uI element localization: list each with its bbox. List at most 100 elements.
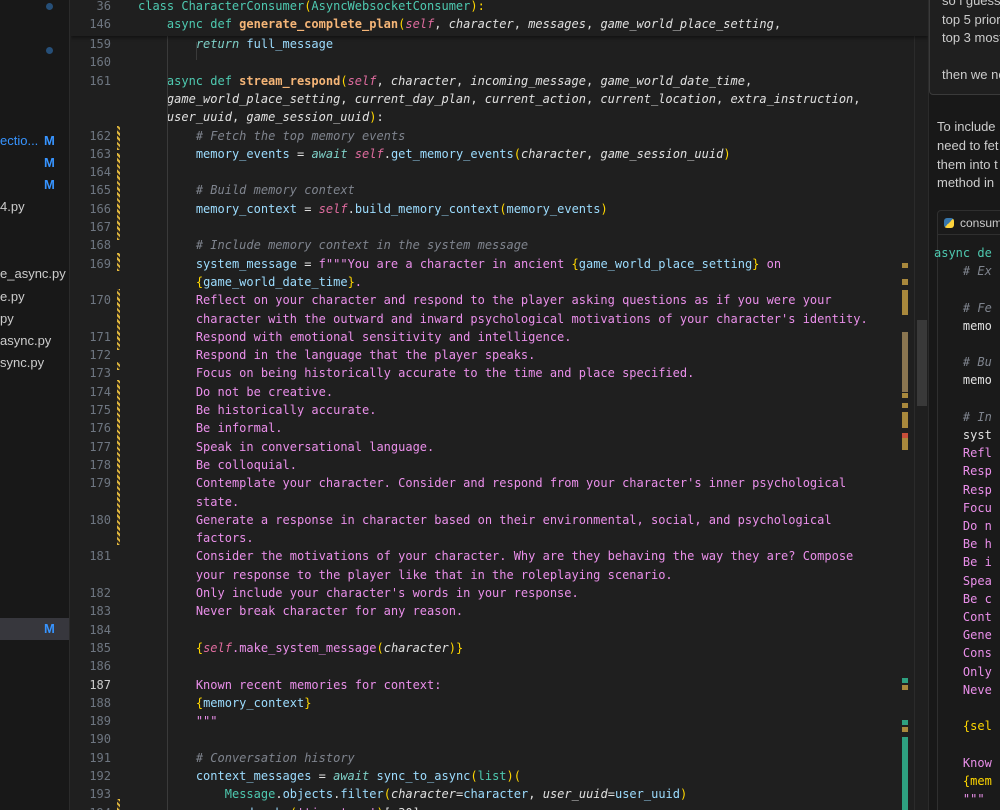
line-number: 179: [89, 476, 111, 491]
code-token: Never break character for any reason.: [195, 604, 464, 619]
assistant-text-line: To include: [937, 119, 996, 134]
file-item[interactable]: M: [0, 174, 69, 196]
code-line[interactable]: 165 # Build memory context: [71, 181, 901, 199]
code-line[interactable]: {game_world_date_time}.: [71, 273, 901, 291]
line-number: 174: [89, 384, 111, 399]
code-line[interactable]: state.: [71, 493, 901, 511]
code-token: ,: [455, 73, 471, 88]
code-token: # Include memory context in the system m…: [195, 238, 529, 253]
code-block-line: Resp: [934, 482, 992, 497]
user-message: so i guess l top 5 priori top 3 most then w…: [929, 0, 1000, 95]
code-line[interactable]: 178 Be colloquial.: [71, 456, 901, 474]
code-token: =: [311, 769, 334, 783]
code-token: character: [463, 787, 529, 802]
code-line[interactable]: your response to the player like that in…: [71, 566, 901, 584]
code-line[interactable]: 164: [71, 163, 901, 181]
git-modified-gutter: [117, 362, 120, 370]
file-item[interactable]: e.py: [0, 286, 69, 308]
code-line[interactable]: 190: [71, 730, 901, 748]
line-number: 190: [89, 732, 111, 747]
code-text: user_uuid, game_session_uuid):: [167, 108, 384, 126]
code-line[interactable]: 192 context_messages = await sync_to_asyn…: [71, 767, 901, 785]
line-number: 182: [89, 586, 111, 600]
overview-ruler-marker: [902, 737, 908, 810]
line-number: 172: [89, 348, 111, 363]
code-line[interactable]: 181 Consider the motivations of your char…: [71, 547, 901, 565]
code-line[interactable]: user_uuid, game_session_uuid):: [71, 108, 901, 126]
code-line[interactable]: 193 Message.objects.filter(character=char…: [71, 785, 901, 803]
code-token: state.: [195, 494, 240, 509]
code-line[interactable]: 176 Be informal.: [71, 419, 901, 437]
code-line[interactable]: 175 Be historically accurate.: [71, 401, 901, 419]
code-block-header[interactable]: consum: [938, 211, 1000, 235]
code-line[interactable]: 183 Never break character for any reason.: [71, 602, 901, 620]
code-line[interactable]: 187 Known recent memories for context:: [71, 676, 901, 694]
file-item[interactable]: ectio... M: [0, 130, 69, 152]
code-line[interactable]: character with the outward and inward ps…: [71, 310, 901, 328]
file-item[interactable]: py: [0, 308, 69, 330]
code-line[interactable]: 172 Respond in the language that the play…: [71, 346, 901, 364]
code-line[interactable]: 161 async def stream_respond(self, charac…: [71, 72, 901, 90]
code-token: ,: [744, 73, 753, 88]
code-token: await: [311, 146, 355, 161]
code-line[interactable]: 188 {memory_context}: [71, 694, 901, 712]
scrollbar-thumb[interactable]: [917, 320, 927, 406]
code-line[interactable]: 189 """: [71, 712, 901, 730]
file-item[interactable]: sync.py: [0, 352, 69, 374]
line-number: 168: [89, 238, 111, 253]
file-item[interactable]: M: [0, 152, 69, 174]
line-number: 193: [89, 787, 111, 802]
code-line[interactable]: 174 Do not be creative.: [71, 383, 901, 401]
line-number: 186: [89, 659, 111, 674]
code-block-line: Be c: [934, 591, 992, 606]
file-item[interactable]: M: [0, 618, 69, 640]
code-line[interactable]: 179 Contemplate your character. Consider …: [71, 474, 901, 492]
code-line[interactable]: 167: [71, 218, 901, 236]
code-line[interactable]: 191 # Conversation history: [71, 749, 901, 767]
code-text: # Fetch the top memory events: [196, 127, 406, 145]
code-line[interactable]: 166 memory_context = self.build_memory_co…: [71, 200, 901, 218]
code-token: self: [318, 201, 348, 216]
code-line[interactable]: game_world_place_setting, current_day_pl…: [71, 90, 901, 108]
assistant-text-line: them into t: [937, 156, 998, 172]
code-line[interactable]: 180 Generate a response in character base…: [71, 511, 901, 529]
sticky-scroll-header[interactable]: 36 class CharacterConsumer(AsyncWebsocket…: [71, 0, 928, 36]
unsaved-dot-icon: [46, 47, 53, 54]
code-line[interactable]: 171 Respond with emotional sensitivity an…: [71, 328, 901, 346]
code-block-line: {sel: [934, 719, 992, 734]
git-status-badge: M: [44, 177, 55, 192]
code-line[interactable]: 186: [71, 657, 901, 675]
file-item[interactable]: 4.py: [0, 196, 69, 218]
code-line[interactable]: 163 memory_events = await self.get_memory…: [71, 145, 901, 163]
code-line[interactable]: 146 async def generate_complete_plan(self…: [71, 15, 901, 33]
code-line[interactable]: 169 system_message = f"""You are a charac…: [71, 255, 901, 273]
code-token: [:: [384, 806, 398, 810]
code-block-line: # Ex: [934, 264, 992, 279]
code-editor[interactable]: 36 class CharacterConsumer(AsyncWebsocket…: [71, 0, 928, 810]
file-item[interactable]: async.py: [0, 330, 69, 352]
code-block-line: memo: [934, 373, 992, 388]
overview-ruler-marker: [902, 403, 908, 408]
code-line[interactable]: factors.: [71, 529, 901, 547]
code-token: ,: [773, 17, 782, 32]
code-text: Generate a response in character based o…: [196, 511, 832, 529]
code-token: (: [499, 201, 507, 216]
code-token: AsyncWebsocketConsumer: [311, 0, 471, 13]
code-line[interactable]: 170 Reflect on your character and respond…: [71, 291, 901, 309]
code-line[interactable]: 162 # Fetch the top memory events: [71, 127, 901, 145]
code-line[interactable]: 177 Speak in conversational language.: [71, 438, 901, 456]
code-line[interactable]: 173 Focus on being historically accurate …: [71, 364, 901, 382]
git-modified-gutter: [117, 380, 120, 545]
code-line[interactable]: 36 class CharacterConsumer(AsyncWebsocket…: [71, 0, 901, 15]
overview-ruler-marker: [902, 727, 908, 732]
overview-ruler-marker: [902, 263, 908, 268]
code-line[interactable]: 184: [71, 621, 901, 639]
code-line[interactable]: 168 # Include memory context in the syste…: [71, 236, 901, 254]
code-line[interactable]: 185 {self.make_system_message(character)}: [71, 639, 901, 657]
code-line[interactable]: 182 Only include your character's words i…: [71, 584, 901, 602]
code-token: game_world_place_setting: [600, 17, 774, 32]
line-number: 176: [89, 421, 111, 436]
file-item[interactable]: e_async.py: [0, 263, 69, 285]
overview-ruler-marker: [902, 685, 908, 690]
code-line[interactable]: 194.order_by('timestamp')[:30]: [71, 804, 901, 810]
